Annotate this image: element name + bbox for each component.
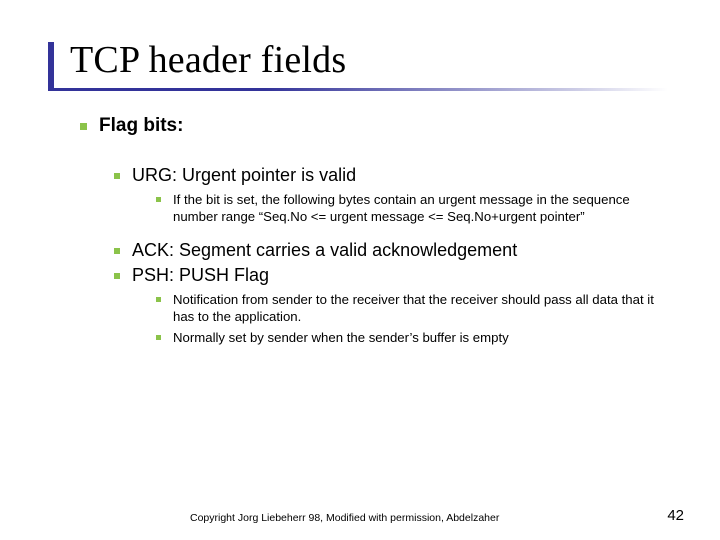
- flag-ack-desc: Segment carries a valid acknowledgement: [174, 240, 517, 260]
- flag-psh-label: PSH:: [132, 265, 174, 285]
- list-item: Notification from sender to the receiver…: [156, 292, 668, 326]
- flag-urg-line: URG: Urgent pointer is valid: [132, 165, 356, 186]
- bullet-icon: [80, 123, 87, 130]
- bullet-icon: [156, 197, 161, 202]
- bullet-icon: [156, 297, 161, 302]
- flag-psh-desc: PUSH Flag: [174, 265, 269, 285]
- flag-ack-label: ACK:: [132, 240, 174, 260]
- bullet-icon: [114, 273, 120, 279]
- flag-urg-label: URG:: [132, 165, 177, 185]
- flag-urg-note-0: If the bit is set, the following bytes c…: [173, 192, 668, 226]
- copyright-text: Copyright Jorg Liebeherr 98, Modified wi…: [190, 512, 499, 524]
- flag-urg: URG: Urgent pointer is valid If the bit …: [114, 165, 668, 226]
- bullet-flag-bits: Flag bits: URG: Urgent pointer is valid …: [80, 115, 668, 346]
- flag-psh-note-1: Normally set by sender when the sender’s…: [173, 330, 509, 347]
- bullet-icon: [114, 173, 120, 179]
- bullet-icon: [114, 248, 120, 254]
- slide-body: Flag bits: URG: Urgent pointer is valid …: [0, 91, 720, 346]
- title-area: TCP header fields: [0, 0, 720, 82]
- title-accent-bar: [48, 42, 54, 90]
- page-number: 42: [667, 507, 684, 524]
- flag-psh-notes: Notification from sender to the receiver…: [156, 292, 668, 347]
- list-item: Normally set by sender when the sender’s…: [156, 330, 668, 347]
- flag-bits-label: Flag bits:: [99, 115, 183, 137]
- flag-urg-desc: Urgent pointer is valid: [177, 165, 356, 185]
- flag-urg-notes: If the bit is set, the following bytes c…: [156, 192, 668, 226]
- flag-psh-note-0: Notification from sender to the receiver…: [173, 292, 668, 326]
- bullet-icon: [156, 335, 161, 340]
- list-item: If the bit is set, the following bytes c…: [156, 192, 668, 226]
- flag-ack-line: ACK: Segment carries a valid acknowledge…: [132, 240, 517, 261]
- flag-psh-line: PSH: PUSH Flag: [132, 265, 269, 286]
- slide: TCP header fields Flag bits: URG: Urgent…: [0, 0, 720, 540]
- flag-psh: PSH: PUSH Flag Notification from sender …: [114, 265, 668, 347]
- slide-title: TCP header fields: [70, 38, 720, 82]
- flag-ack: ACK: Segment carries a valid acknowledge…: [114, 240, 668, 261]
